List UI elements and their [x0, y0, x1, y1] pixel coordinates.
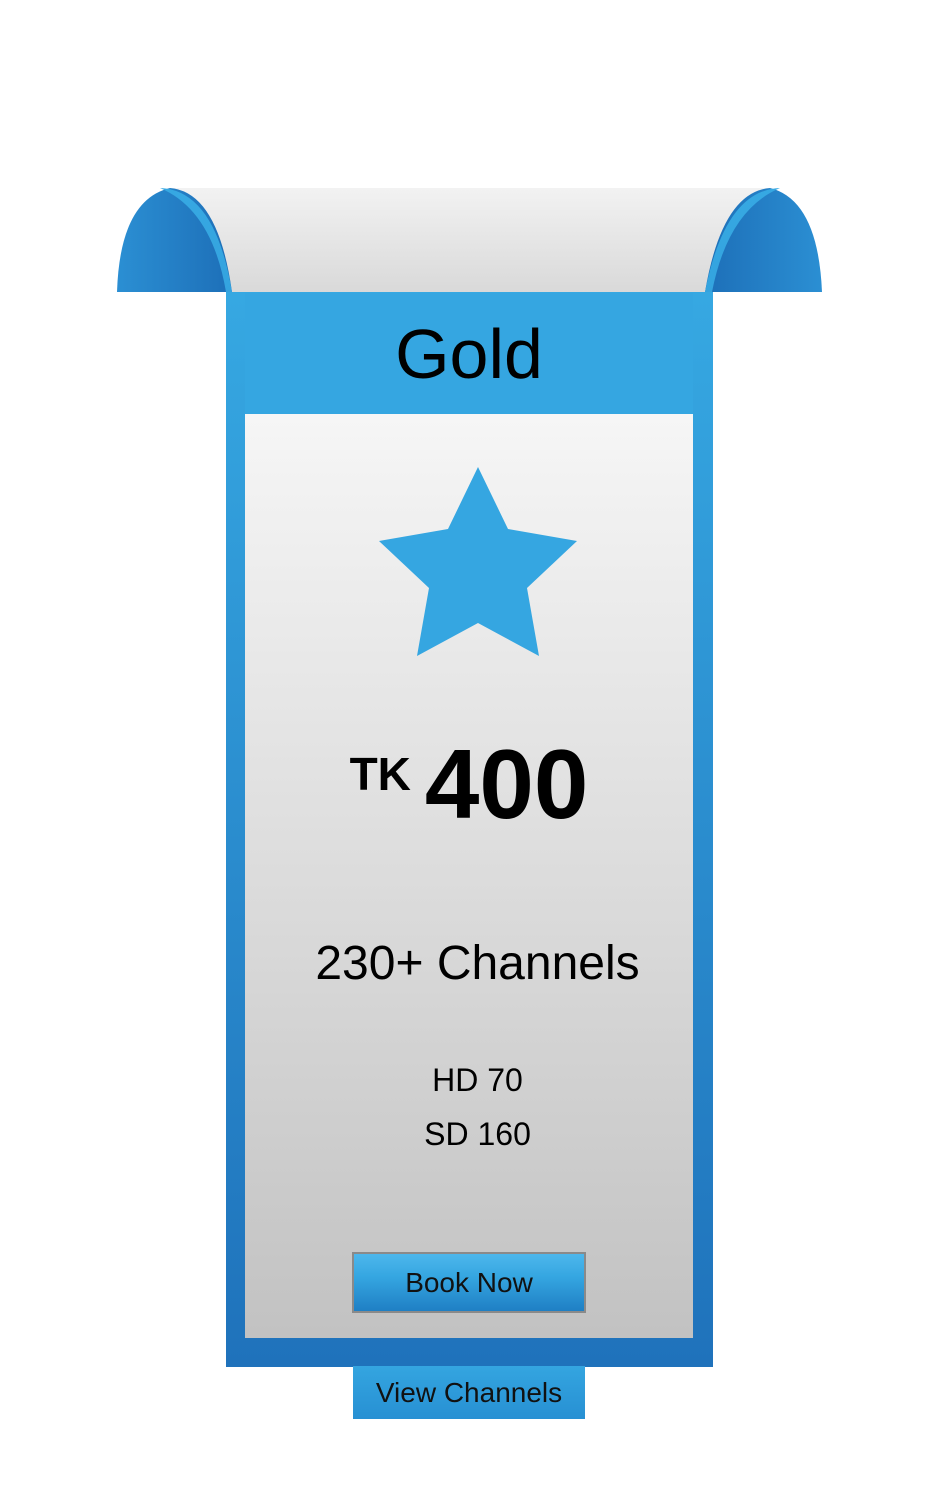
view-channels-button[interactable]: View Channels	[353, 1366, 585, 1419]
sd-channels: SD 160	[424, 1116, 531, 1152]
channels-total: 230+ Channels	[315, 937, 640, 990]
star-icon	[379, 467, 577, 656]
price-amount: 400	[424, 729, 589, 839]
book-now-button[interactable]: Book Now	[352, 1252, 586, 1313]
hd-channels: HD 70	[432, 1062, 523, 1098]
plan-title: Gold	[395, 314, 543, 393]
pricing-card-page: Gold TK 400 230+ Channels HD 70 SD 160 B…	[0, 0, 939, 1493]
top-paper-band	[170, 188, 770, 292]
price: TK 400	[245, 735, 693, 833]
price-currency: TK	[349, 748, 411, 800]
